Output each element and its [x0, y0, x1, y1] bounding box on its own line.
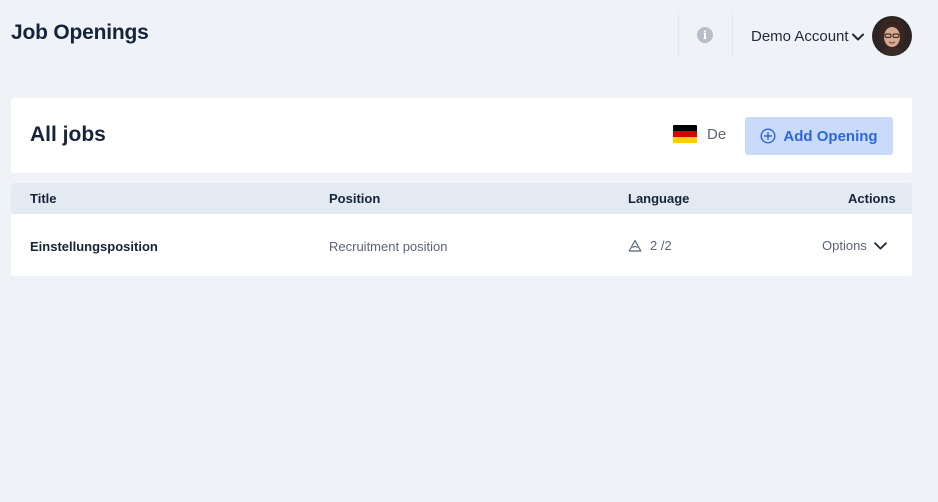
job-position: Recruitment position [329, 239, 448, 254]
top-bar: Job Openings i Demo Account [0, 0, 938, 70]
column-header-actions: Actions [848, 191, 896, 206]
job-language: 2 /2 [628, 238, 672, 253]
chevron-down-icon [851, 33, 864, 40]
add-opening-button[interactable]: Add Opening [745, 117, 893, 155]
table-header: Title Position Language Actions [11, 183, 912, 214]
column-header-title: Title [30, 191, 57, 206]
column-header-language: Language [628, 191, 690, 206]
options-dropdown[interactable]: Options [822, 238, 887, 253]
jobs-card-header: All jobs De Add Opening [11, 98, 912, 173]
chevron-down-icon [873, 241, 887, 249]
language-switcher[interactable]: De [673, 124, 726, 144]
divider [678, 14, 679, 56]
avatar[interactable] [872, 16, 912, 56]
account-name: Demo Account [751, 27, 849, 45]
translate-icon [628, 239, 642, 252]
add-opening-label: Add Opening [783, 127, 878, 145]
info-icon[interactable]: i [697, 27, 713, 43]
card-title: All jobs [30, 123, 106, 146]
plus-circle-icon [760, 128, 776, 144]
german-flag-icon [673, 125, 697, 143]
jobs-table: Title Position Language Actions Einstell… [11, 183, 912, 276]
language-label: De [707, 125, 727, 143]
options-label: Options [822, 238, 867, 253]
divider [732, 14, 733, 56]
account-menu[interactable]: Demo Account [751, 26, 864, 46]
language-count: 2 /2 [650, 238, 672, 253]
column-header-position: Position [329, 191, 381, 206]
job-title: Einstellungsposition [30, 239, 158, 254]
page-title: Job Openings [11, 21, 149, 44]
